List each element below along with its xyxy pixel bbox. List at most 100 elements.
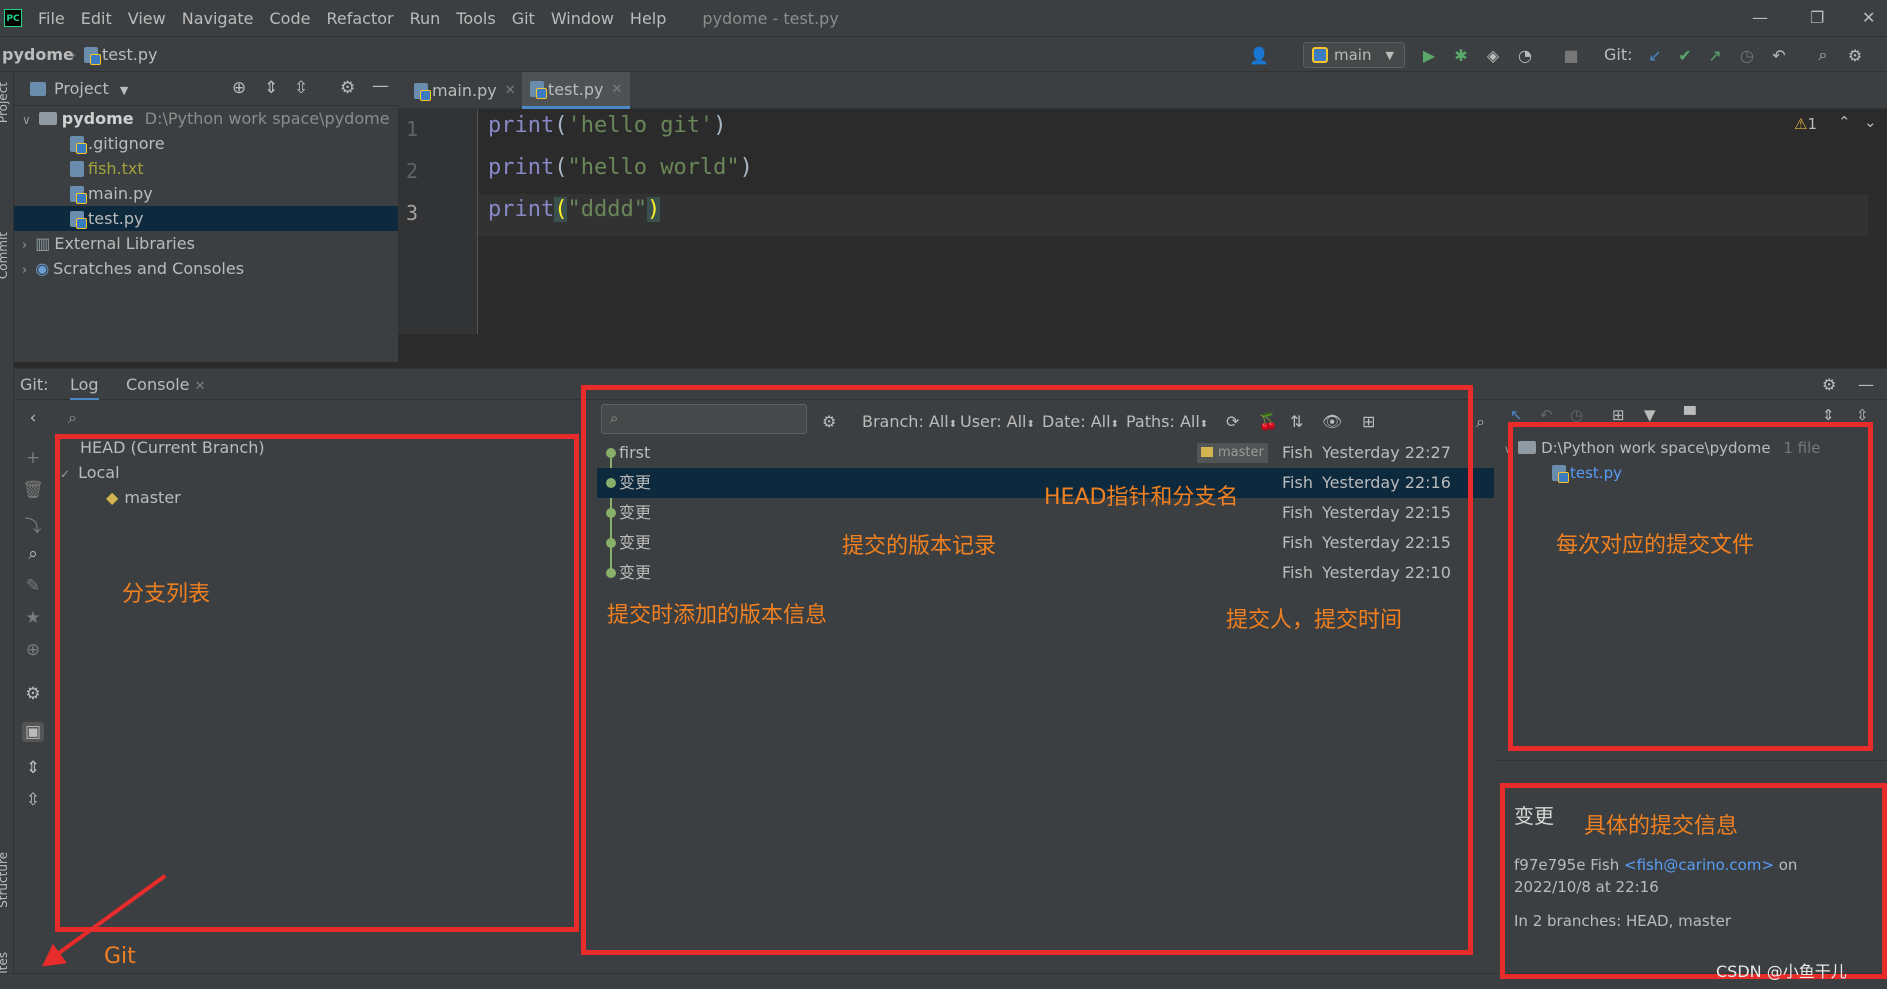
next-highlight-icon[interactable]: ⌄ <box>1864 113 1877 131</box>
annotation-commit-message: 提交时添加的版本信息 <box>607 603 828 628</box>
python-file-icon <box>70 211 87 229</box>
edit-icon[interactable]: ✎ <box>22 576 44 596</box>
git-settings-icon[interactable]: ⚙ <box>1822 375 1836 394</box>
tab-console[interactable]: Console ✕ <box>126 375 206 394</box>
menu-refactor[interactable]: Refactor <box>326 9 393 28</box>
breadcrumb-file[interactable]: test.py <box>84 45 157 65</box>
restore-icon[interactable]: ❐ <box>1810 8 1824 27</box>
branch-settings-icon[interactable]: ⚙ <box>22 684 44 704</box>
settings-gear-icon[interactable]: ⚙ <box>1844 44 1866 66</box>
run-config-selector[interactable]: main ▼ <box>1303 42 1405 68</box>
add-icon[interactable]: + <box>22 448 44 468</box>
debug-icon[interactable]: ✱ <box>1450 44 1472 66</box>
tab-main-py[interactable]: main.py ✕ <box>406 72 524 109</box>
scratches-icon: ◉ <box>35 259 50 278</box>
annotation-head-pointer: HEAD指针和分支名 <box>1044 485 1239 510</box>
profile-icon[interactable]: ◔ <box>1514 44 1536 66</box>
tree-file-test-py[interactable]: test.py <box>14 206 398 231</box>
commit-tool-tab[interactable]: Commit <box>0 232 10 279</box>
chevron-right-icon: › <box>22 238 28 253</box>
close-tab-icon[interactable]: ✕ <box>611 82 622 97</box>
update-project-icon[interactable]: ↙ <box>1644 44 1666 66</box>
menu-help[interactable]: Help <box>630 9 666 28</box>
chevron-right-icon: › <box>22 263 28 278</box>
history-icon[interactable]: ◷ <box>1736 44 1758 66</box>
git-toolbar-label: Git: <box>1604 45 1633 64</box>
file-icon <box>70 136 87 154</box>
code-editor[interactable]: print('hello git') print("hello world") … <box>478 109 1887 334</box>
menu-run[interactable]: Run <box>410 9 441 28</box>
annotation-commit-files: 每次对应的提交文件 <box>1556 533 1755 558</box>
breadcrumb-project[interactable]: pydome <box>2 45 74 64</box>
project-tool-tab[interactable]: Project <box>0 82 10 123</box>
menu-file[interactable]: File <box>38 9 65 28</box>
tree-root-pydome[interactable]: ∨ pydome D:\Python work space\pydome <box>22 106 390 131</box>
menu-view[interactable]: View <box>128 9 166 28</box>
folder-icon <box>38 112 57 125</box>
close-tab-icon[interactable]: ✕ <box>195 379 206 394</box>
menu-window[interactable]: Window <box>551 9 614 28</box>
rollback-icon[interactable]: ↶ <box>1768 44 1790 66</box>
merge-icon[interactable]: ⤵ <box>22 512 44 537</box>
hide-panel-icon[interactable]: — <box>372 76 389 96</box>
line-number: 2 <box>406 159 419 183</box>
tree-file-fish-txt[interactable]: fish.txt <box>70 156 144 181</box>
menu-tools[interactable]: Tools <box>456 9 495 28</box>
watermark: CSDN @小鱼干儿 <box>1716 962 1847 981</box>
tree-scratches[interactable]: › ◉ Scratches and Consoles <box>22 256 244 281</box>
project-view-icon <box>30 82 46 96</box>
collapse-all-icon[interactable]: ⇳ <box>22 790 44 810</box>
annotation-box-changed-files <box>1508 422 1873 751</box>
menu-edit[interactable]: Edit <box>81 9 112 28</box>
push-icon[interactable]: ↗ <box>1704 44 1726 66</box>
search-icon[interactable]: ⌕ <box>1812 44 1834 66</box>
branch-search-icon[interactable]: ⌕ <box>68 408 77 428</box>
pycharm-logo-icon: PC <box>4 9 22 27</box>
tab-log[interactable]: Log <box>70 375 99 401</box>
project-settings-icon[interactable]: ⚙ <box>340 78 355 98</box>
menu-code[interactable]: Code <box>270 9 311 28</box>
chevron-down-icon: ▼ <box>1385 48 1394 62</box>
details-divider <box>1494 760 1887 761</box>
project-view-selector[interactable]: Project ▼ <box>54 79 128 98</box>
back-arrow-icon[interactable]: ‹ <box>22 408 44 428</box>
warning-indicator[interactable]: ⚠1 <box>1794 115 1817 133</box>
editor-tabs: main.py ✕ test.py ✕ <box>398 72 1887 109</box>
menu-navigate[interactable]: Navigate <box>182 9 254 28</box>
code-line-3: print("dddd") <box>488 197 661 222</box>
tree-external-libraries[interactable]: › ▥ External Libraries <box>22 231 195 256</box>
star-icon[interactable]: ★ <box>22 608 44 628</box>
git-tool-label: Git: <box>20 375 49 394</box>
previous-highlight-icon[interactable]: ⌃ <box>1838 113 1851 131</box>
python-icon <box>1312 47 1328 63</box>
close-tab-icon[interactable]: ✕ <box>505 83 516 98</box>
tab-test-py[interactable]: test.py ✕ <box>522 72 631 109</box>
commit-check-icon[interactable]: ✔ <box>1674 44 1696 66</box>
expand-all-icon[interactable]: ⇕ <box>264 78 278 98</box>
chevron-down-icon: ∨ <box>22 113 31 127</box>
locate-file-icon[interactable]: ⊕ <box>232 78 246 98</box>
structure-tool-tab[interactable]: Structure <box>0 852 10 908</box>
group-by-icon[interactable]: ▣ <box>22 722 44 742</box>
close-icon[interactable]: ✕ <box>1862 8 1875 27</box>
hide-git-panel-icon[interactable]: — <box>1858 375 1874 394</box>
tree-file-gitignore[interactable]: .gitignore <box>70 131 165 156</box>
run-icon[interactable]: ▶ <box>1418 44 1440 66</box>
stop-icon[interactable]: ■ <box>1560 44 1582 66</box>
code-line-2: print("hello world") <box>488 155 753 180</box>
line-number-gutter: 1 2 3 <box>398 109 478 334</box>
tree-file-main-py[interactable]: main.py <box>70 181 153 206</box>
collapse-all-icon[interactable]: ⇳ <box>294 78 308 98</box>
delete-icon[interactable]: 🗑 <box>22 480 44 500</box>
menu-git[interactable]: Git <box>512 9 535 28</box>
fetch-icon[interactable]: ⊕ <box>22 640 44 660</box>
search-icon[interactable]: ⌕ <box>1476 412 1485 432</box>
minimize-icon[interactable]: — <box>1752 8 1768 27</box>
coverage-icon[interactable]: ◈ <box>1482 44 1504 66</box>
user-icon[interactable]: 👤 <box>1248 44 1270 66</box>
project-panel-header: Project ▼ ⊕ ⇕ ⇳ ⚙ — <box>14 72 398 106</box>
line-number: 3 <box>406 201 419 225</box>
search-icon[interactable]: ⌕ <box>22 544 44 564</box>
python-file-icon <box>530 81 547 99</box>
expand-all-icon[interactable]: ⇕ <box>22 758 44 778</box>
